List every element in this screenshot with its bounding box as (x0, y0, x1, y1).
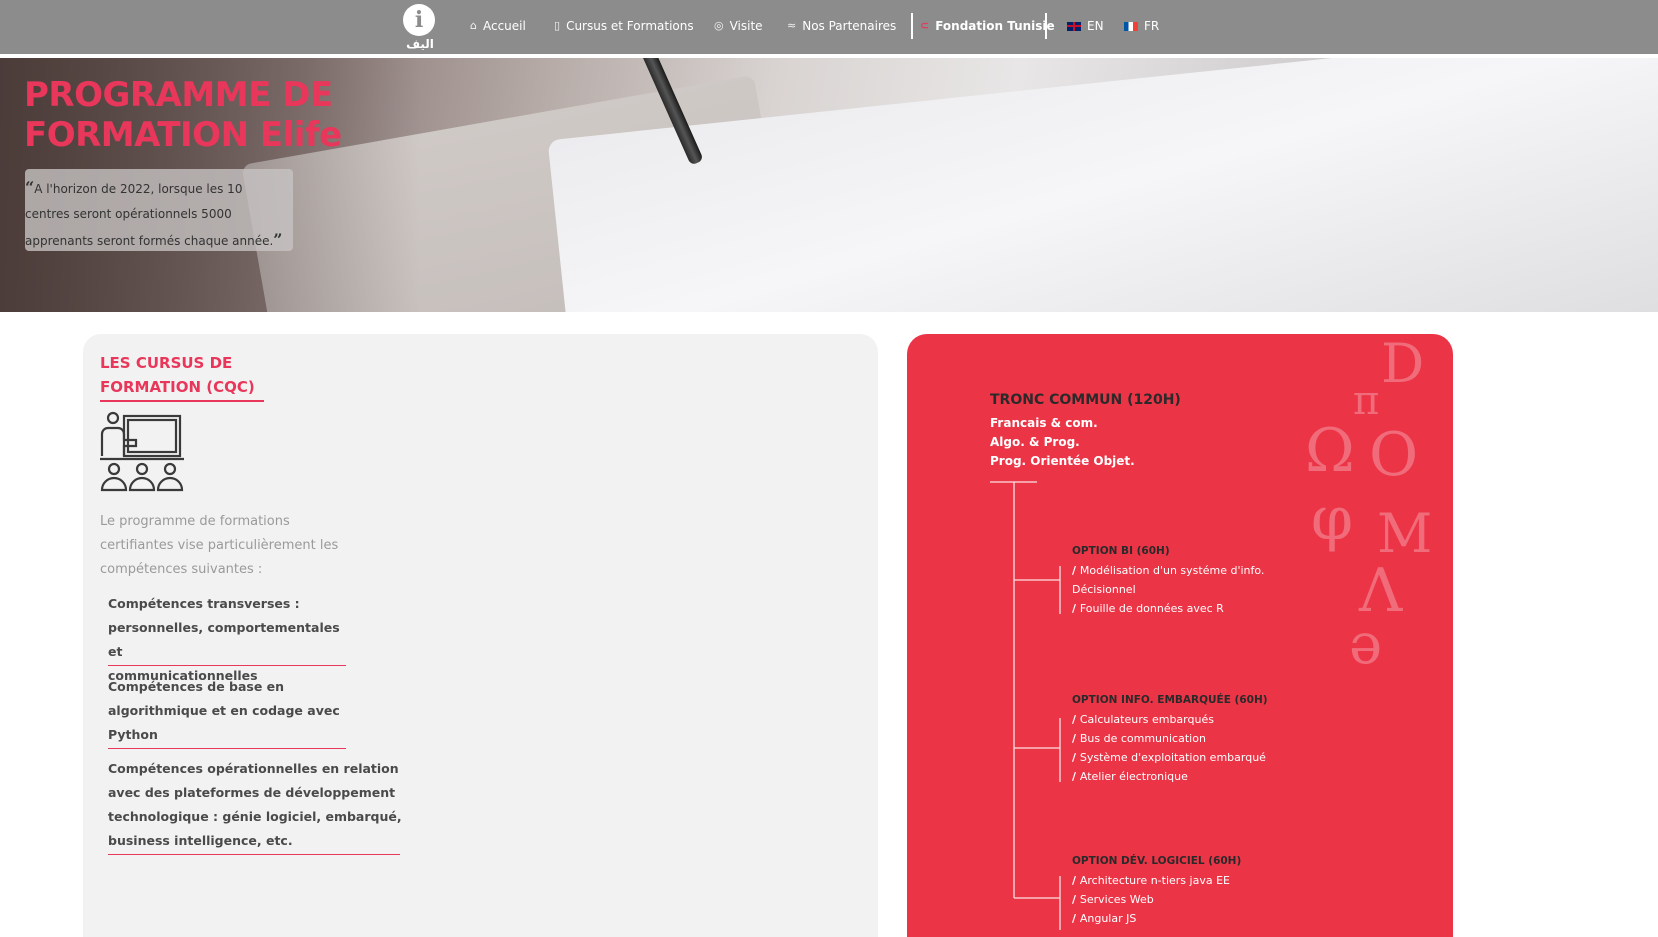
lang-fr[interactable]: FR (1124, 17, 1159, 35)
logo-arabic-text: اليف (406, 37, 434, 51)
nav-label-cursus: Cursus et Formations (566, 19, 694, 33)
option-dev-logiciel-item-1: / Architecture n-tiers java EE (1072, 874, 1230, 887)
option-embarquee-item-3: / Système d'exploitation embarqué (1072, 751, 1266, 764)
nav-label-fondation: Fondation Tunisie (935, 19, 1055, 33)
elife-logo[interactable]: i اليف (402, 4, 436, 52)
home-icon: ⌂ (470, 19, 477, 32)
cursus-title-underline (100, 400, 264, 402)
lang-en-label: EN (1087, 19, 1104, 33)
nav-item-fondation[interactable]: ⊂ Fondation Tunisie (920, 17, 1055, 35)
cursus-card: LES CURSUS DE FORMATION (CQC) Le program… (83, 334, 878, 937)
clipboard-icon: ▯ (554, 19, 561, 32)
lang-en[interactable]: EN (1067, 17, 1104, 35)
nav-label-accueil: Accueil (482, 19, 526, 33)
option-bi-item-2: Décisionnel (1072, 583, 1136, 596)
hero-title-line1: PROGRAMME DE (24, 75, 333, 115)
nav-label-partenaires: Nos Partenaires (802, 19, 897, 33)
lang-fr-label: FR (1144, 19, 1160, 33)
nav-separator-left (911, 13, 913, 39)
nav-item-partenaires[interactable]: ≈ Nos Partenaires (787, 17, 896, 35)
skill-2-line-1: Compétences de base en (108, 679, 285, 694)
option-dev-logiciel-item-2: / Services Web (1072, 893, 1154, 906)
hero-quote-box: “A l'horizon de 2022, lorsque les 10 cen… (25, 169, 293, 251)
skill-3-line-3: technologique : génie logiciel, embarqué… (108, 809, 402, 824)
skill-item-2: Compétences de base en algorithmique et … (108, 675, 358, 747)
hero-quote-text: A l'horizon de 2022, lorsque les 10 cent… (25, 182, 274, 248)
compass-icon: ◎ (714, 19, 724, 32)
close-quote-icon: ” (273, 230, 283, 249)
skill-3-underline (108, 854, 400, 855)
uk-flag-icon (1067, 21, 1081, 31)
option-bi-item-3: / Fouille de données avec R (1072, 602, 1224, 615)
option-embarquee-title: OPTION INFO. EMBARQUÉE (60H) (1072, 694, 1268, 706)
logo-i-letter: i (414, 7, 424, 33)
cursus-title: LES CURSUS DE FORMATION (CQC) (100, 351, 270, 399)
skill-item-1: Compétences transverses : personnelles, … (108, 592, 358, 688)
options-tree-diagram (990, 481, 1061, 930)
handshake-icon: ≈ (787, 19, 797, 32)
skill-2-line-2: algorithmique et en codage avec (108, 703, 340, 718)
tronc-commun-card: D π Ω O φ M Λ ə TRONC COMMUN (120H) Fran… (907, 334, 1453, 937)
skill-3-line-1: Compétences opérationnelles en relation (108, 761, 399, 776)
hero-title-line2: FORMATION Elife (24, 115, 342, 155)
skill-1-underline (108, 665, 346, 666)
cursus-title-line1: LES CURSUS DE (100, 354, 233, 372)
nav-separator-right (1045, 13, 1047, 39)
fr-flag-icon (1124, 21, 1138, 31)
hero-title: PROGRAMME DE FORMATION Elife (24, 75, 444, 155)
link-icon: ⊂ (920, 19, 930, 32)
cursus-title-line2: FORMATION (CQC) (100, 378, 255, 396)
nav-item-cursus[interactable]: ▯ Cursus et Formations (554, 17, 694, 35)
nav-label-visite: Visite (729, 19, 763, 33)
option-dev-logiciel-item-3: / Angular JS (1072, 912, 1137, 925)
option-dev-logiciel-title: OPTION DÉV. LOGICIEL (60H) (1072, 855, 1242, 867)
option-embarquee-item-1: / Calculateurs embarqués (1072, 713, 1214, 726)
classroom-teacher-icon (100, 411, 184, 492)
skill-3-line-2: avec des plateformes de développement (108, 785, 396, 800)
cursus-intro-text: Le programme de formations certifiantes … (100, 514, 339, 577)
skill-1-line-1: Compétences transverses : (108, 596, 300, 611)
skill-3-line-4: business intelligence, etc. (108, 833, 293, 848)
nav-item-visite[interactable]: ◎ Visite (714, 17, 763, 35)
skill-2-line-3: Python (108, 727, 158, 742)
option-embarquee-item-4: / Atelier électronique (1072, 770, 1188, 783)
top-navbar: i اليف ⌂ Accueil ▯ Cursus et Formations … (0, 0, 1658, 54)
skill-1-line-2: personnelles, comportementales et (108, 620, 340, 659)
hero-banner: PROGRAMME DE FORMATION Elife “A l'horizo… (0, 58, 1658, 312)
nav-item-accueil[interactable]: ⌂ Accueil (470, 17, 526, 35)
option-embarquee-item-2: / Bus de communication (1072, 732, 1206, 745)
option-bi-item-1: / Modélisation d'un systéme d'info. (1072, 564, 1265, 577)
skill-2-underline (108, 748, 346, 749)
open-quote-icon: “ (25, 178, 35, 197)
option-bi-title: OPTION BI (60H) (1072, 545, 1170, 557)
skill-item-3: Compétences opérationnelles en relation … (108, 757, 408, 853)
